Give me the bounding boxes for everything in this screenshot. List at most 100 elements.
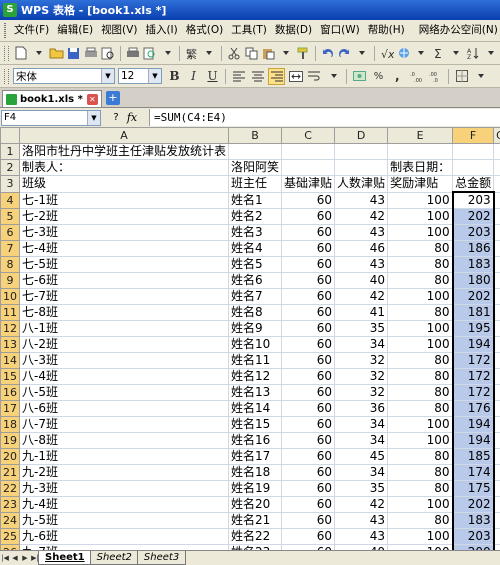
- cell-d[interactable]: 35: [335, 481, 388, 497]
- cell-c[interactable]: 60: [282, 353, 335, 369]
- row-header[interactable]: 2: [1, 160, 20, 176]
- cell-g[interactable]: [494, 241, 500, 257]
- dropdown-arrow-icon[interactable]: [483, 45, 498, 62]
- cell-g[interactable]: [494, 289, 500, 305]
- cell-d[interactable]: [335, 160, 388, 176]
- cell-c[interactable]: 60: [282, 321, 335, 337]
- cell-f[interactable]: 180: [453, 273, 494, 289]
- cell-d[interactable]: 42: [335, 497, 388, 513]
- cell-c[interactable]: [282, 160, 335, 176]
- cell-g[interactable]: [494, 401, 500, 417]
- cell-f[interactable]: 194: [453, 417, 494, 433]
- cell-d[interactable]: 42: [335, 289, 388, 305]
- column-header-c[interactable]: C: [282, 128, 335, 144]
- cell-b[interactable]: 姓名8: [229, 305, 282, 321]
- row-header[interactable]: 13: [1, 337, 20, 353]
- cell-f[interactable]: [453, 144, 494, 160]
- cell-d[interactable]: 43: [335, 225, 388, 241]
- cell-g[interactable]: [494, 160, 500, 176]
- decrease-decimal-icon[interactable]: .00.0: [427, 68, 444, 85]
- cell-f[interactable]: 203: [453, 529, 494, 545]
- cell-c[interactable]: 60: [282, 513, 335, 529]
- dropdown-arrow-icon[interactable]: [202, 45, 217, 62]
- cell-a[interactable]: 七-5班: [20, 257, 229, 273]
- cell-a[interactable]: 八-1班: [20, 321, 229, 337]
- menu-file[interactable]: 文件(F): [10, 20, 53, 41]
- redo-icon[interactable]: [337, 45, 352, 62]
- font-size-select[interactable]: 12 ▼: [118, 68, 162, 84]
- cell-d[interactable]: 32: [335, 385, 388, 401]
- dropdown-arrow-icon[interactable]: [278, 45, 293, 62]
- cell-a[interactable]: 八-5班: [20, 385, 229, 401]
- cell-g[interactable]: [494, 497, 500, 513]
- cell-c[interactable]: 60: [282, 289, 335, 305]
- print-icon[interactable]: [83, 45, 98, 62]
- row-header[interactable]: 19: [1, 433, 20, 449]
- row-header[interactable]: 1: [1, 144, 20, 160]
- cell-g[interactable]: [494, 305, 500, 321]
- zoom-page-icon[interactable]: [142, 45, 157, 62]
- row-header[interactable]: 22: [1, 481, 20, 497]
- cell-b[interactable]: 姓名18: [229, 465, 282, 481]
- cell-d[interactable]: 36: [335, 401, 388, 417]
- cell-d[interactable]: 43: [335, 513, 388, 529]
- cell-g[interactable]: [494, 449, 500, 465]
- cell-g[interactable]: [494, 465, 500, 481]
- cell-e[interactable]: 100: [388, 209, 453, 225]
- cell-e[interactable]: 80: [388, 273, 453, 289]
- menu-edit[interactable]: 编辑(E): [53, 20, 97, 41]
- cell-g[interactable]: [494, 481, 500, 497]
- cell-a[interactable]: 九-2班: [20, 465, 229, 481]
- traditional-chinese-icon[interactable]: 繁: [184, 45, 199, 62]
- sheet-tab-sheet3[interactable]: Sheet3: [137, 551, 186, 565]
- cell-e[interactable]: 80: [388, 305, 453, 321]
- paste-icon[interactable]: [261, 45, 276, 62]
- row-header[interactable]: 23: [1, 497, 20, 513]
- cell-g[interactable]: [494, 225, 500, 241]
- wrap-text-icon[interactable]: [306, 68, 323, 85]
- insert-function-button[interactable]: fx: [123, 111, 141, 124]
- cell-c[interactable]: 基础津贴: [282, 176, 335, 193]
- cell-f[interactable]: 195: [453, 321, 494, 337]
- open-folder-icon[interactable]: [49, 45, 64, 62]
- formula-input[interactable]: =SUM(C4:E4): [149, 109, 500, 126]
- cell-d[interactable]: 43: [335, 529, 388, 545]
- cell-g[interactable]: [494, 337, 500, 353]
- cell-c[interactable]: 60: [282, 385, 335, 401]
- cell-g[interactable]: [494, 273, 500, 289]
- cell-a[interactable]: 班级: [20, 176, 229, 193]
- underline-button[interactable]: U: [204, 68, 221, 85]
- cell-a[interactable]: 八-7班: [20, 417, 229, 433]
- cell-f[interactable]: 183: [453, 513, 494, 529]
- cell-a[interactable]: 八-4班: [20, 369, 229, 385]
- cell-d[interactable]: 41: [335, 305, 388, 321]
- cell-f[interactable]: 183: [453, 257, 494, 273]
- toolbar-grip-icon[interactable]: [4, 69, 9, 84]
- sheet-tab-sheet2[interactable]: Sheet2: [90, 551, 139, 565]
- first-sheet-icon[interactable]: |◀: [0, 552, 10, 564]
- menu-help[interactable]: 帮助(H): [364, 20, 409, 41]
- cell-d[interactable]: 34: [335, 433, 388, 449]
- menu-tools[interactable]: 工具(T): [227, 20, 271, 41]
- cell-c[interactable]: 60: [282, 225, 335, 241]
- cell-f[interactable]: 174: [453, 465, 494, 481]
- row-header[interactable]: 24: [1, 513, 20, 529]
- cell-a[interactable]: 八-8班: [20, 433, 229, 449]
- menu-format[interactable]: 格式(O): [182, 20, 227, 41]
- cell-g[interactable]: [494, 417, 500, 433]
- cell-c[interactable]: 60: [282, 417, 335, 433]
- cell-b[interactable]: 姓名16: [229, 433, 282, 449]
- function-wizard-search-icon[interactable]: ?: [109, 112, 123, 123]
- cell-e[interactable]: 80: [388, 513, 453, 529]
- cell-c[interactable]: 60: [282, 481, 335, 497]
- cell-e[interactable]: 80: [388, 465, 453, 481]
- cell-e[interactable]: 80: [388, 385, 453, 401]
- dropdown-arrow-icon[interactable]: [449, 45, 464, 62]
- cell-b[interactable]: 姓名21: [229, 513, 282, 529]
- cell-c[interactable]: 60: [282, 433, 335, 449]
- cell-b[interactable]: 姓名10: [229, 337, 282, 353]
- cell-f[interactable]: 185: [453, 449, 494, 465]
- insert-function-icon[interactable]: √x: [379, 45, 394, 62]
- cell-g[interactable]: [494, 529, 500, 545]
- cell-d[interactable]: [335, 144, 388, 160]
